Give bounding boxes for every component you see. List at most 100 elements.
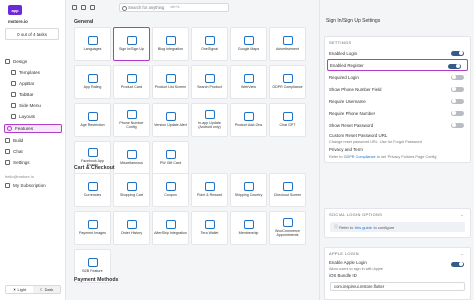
feature-tile-google-maps[interactable]: Google Maps xyxy=(230,27,267,61)
build-icon xyxy=(5,138,10,143)
collapse-sidebar-icon[interactable] xyxy=(72,4,77,10)
feature-tile-in-app-update-android-only[interactable]: In-app Update (Android only) xyxy=(191,103,228,137)
feature-tile-currencies[interactable]: Currencies xyxy=(74,173,111,207)
search-input[interactable]: Search for anything ctrl+k xyxy=(119,2,229,12)
social-login-header-label: SOCIAL LOGIN OPTIONS xyxy=(329,211,383,217)
search-product-icon xyxy=(204,74,215,84)
app-name: mstore.io xyxy=(8,19,28,24)
feature-tile-gdpr-compliance[interactable]: GDPR Compliance xyxy=(269,65,306,99)
theme-light-label: Light xyxy=(17,287,27,292)
feature-tile-membership[interactable]: Membership xyxy=(230,211,267,245)
enable-apple-login-toggle[interactable] xyxy=(451,261,464,267)
feature-tile-product-list-screen[interactable]: Product List Screen xyxy=(152,65,189,99)
show-reset-password-toggle[interactable] xyxy=(451,122,464,128)
feature-tile-point-reward[interactable]: Point & Reward xyxy=(191,173,228,207)
custom-reset-password-row[interactable]: Custom Reset Password URL xyxy=(325,131,470,140)
tasks-progress-button[interactable]: 0 out of 4 tasks xyxy=(5,28,59,40)
settings-panel-title: Sign In/Sign Up Settings xyxy=(326,18,381,24)
required-login-toggle[interactable] xyxy=(451,74,464,80)
gdpr-compliance-link[interactable]: GDPR Compliance xyxy=(344,155,376,159)
feature-tile-checkout-screen[interactable]: Checkout Screen xyxy=(269,173,306,207)
feature-tile-blog-integration[interactable]: Blog Integration xyxy=(152,27,189,61)
features-icon xyxy=(7,126,12,131)
feature-tile-aftership-integration[interactable]: AfterShip Integration xyxy=(152,211,189,245)
feature-tile-tera-wallet[interactable]: Tera Wallet xyxy=(191,211,228,245)
sidebar-item-chat[interactable]: Chat xyxy=(5,147,61,156)
theme-dark-button[interactable]: ☾ Dark xyxy=(33,286,60,293)
feature-tile-label: Miscellaneous xyxy=(120,161,143,166)
require-phone-number-toggle[interactable] xyxy=(451,110,464,116)
back-arrow-icon[interactable] xyxy=(81,4,86,10)
privacy-term-row[interactable]: Privacy and Term xyxy=(325,145,470,155)
feature-tile-version-update-alert[interactable]: Version Update Alert xyxy=(152,103,189,137)
feature-tile-label: Advertisement xyxy=(276,47,299,52)
sidebar-item-label: Chat xyxy=(13,149,23,154)
sidebar-item-layouts[interactable]: Layouts xyxy=(11,112,61,121)
feature-tile-shipping-country[interactable]: Shipping Country xyxy=(230,173,267,207)
feature-tile-advertisement[interactable]: Advertisement xyxy=(269,27,306,61)
sidebar-item-design[interactable]: Design xyxy=(5,57,61,66)
tera-wallet-icon xyxy=(204,220,215,230)
forward-arrow-icon[interactable] xyxy=(90,4,95,10)
feature-tile-age-restriction[interactable]: Age Restriction xyxy=(74,103,111,137)
setting-row-require-username[interactable]: Require Username xyxy=(325,95,470,107)
theme-light-button[interactable]: ☀ Light xyxy=(6,286,33,293)
setting-row-require-phone-number[interactable]: Require Phone Number xyxy=(325,107,470,119)
enabled-login-toggle[interactable] xyxy=(451,50,464,56)
sidebar-item-features[interactable]: Features xyxy=(4,124,62,133)
sidebar-item-tabbar[interactable]: TabBar xyxy=(11,90,61,99)
social-guide-link[interactable]: this guide xyxy=(355,225,372,230)
cart-features-grid: Currencies Shopping Cart Coupon Point & Rew… xyxy=(74,173,306,283)
payment-images-icon xyxy=(87,220,98,230)
setting-label: Show Reset Password xyxy=(329,122,374,128)
aftership-integration-icon xyxy=(165,220,176,230)
product-add-ons-icon xyxy=(243,112,254,122)
setting-row-show-reset-password[interactable]: Show Reset Password xyxy=(325,119,470,131)
ios-bundle-id-input[interactable]: com.inspireui.mstore.flutter xyxy=(330,281,465,291)
sidebar: app mstore.io 0 out of 4 tasks Design Tem… xyxy=(0,0,66,300)
my-subscription-link[interactable]: My Subscription xyxy=(5,181,61,190)
show-phone-number-field-toggle[interactable] xyxy=(451,86,464,92)
setting-row-required-login[interactable]: Required Login xyxy=(325,71,470,83)
feature-tile-product-add-ons[interactable]: Product Add-Ons xyxy=(230,103,267,137)
sidebar-item-label: Build xyxy=(13,138,24,143)
feature-tile-webview[interactable]: WebView xyxy=(230,65,267,99)
section-cart-title: Cart & Checkout xyxy=(74,165,115,171)
setting-row-show-phone-number-field[interactable]: Show Phone Number Field xyxy=(325,83,470,95)
feature-tile-miscellaneous[interactable]: Miscellaneous xyxy=(113,141,150,175)
sidebar-item-settings[interactable]: Settings xyxy=(5,158,61,167)
feature-tile-shopping-cart[interactable]: Shopping Cart xyxy=(113,173,150,207)
enabled-register-toggle[interactable] xyxy=(448,63,461,69)
feature-tile-product-card[interactable]: Product Card xyxy=(113,65,150,99)
social-info-prefix: Refer to xyxy=(339,224,354,230)
apple-login-header[interactable]: APPLE LOGIN ⌄ xyxy=(325,248,470,258)
sidebar-item-build[interactable]: Build xyxy=(5,136,61,145)
setting-row-enabled-login[interactable]: Enabled Login xyxy=(325,47,470,59)
theme-toggle[interactable]: ☀ Light ☾ Dark xyxy=(5,285,61,294)
feature-tile-languages[interactable]: Languages xyxy=(74,27,111,61)
feature-tile-label: PW Gift Card xyxy=(159,161,182,166)
feature-tile-chat-gpt[interactable]: Chat GPT xyxy=(269,103,306,137)
sidebar-item-appbar[interactable]: AppBar xyxy=(11,79,61,88)
feature-tile-onesignal[interactable]: OneSignal xyxy=(191,27,228,61)
feature-tile-sign-in-sign-up[interactable]: Sign In/Sign Up xyxy=(113,27,150,61)
shipping-country-icon xyxy=(243,182,254,192)
feature-tile-pw-gift-card[interactable]: PW Gift Card xyxy=(152,141,189,175)
feature-tile-payment-images[interactable]: Payment Images xyxy=(74,211,111,245)
feature-tile-phone-number-config[interactable]: Phone Number Config xyxy=(113,103,150,137)
feature-tile-app-rating[interactable]: App Rating xyxy=(74,65,111,99)
sidebar-item-templates[interactable]: Templates xyxy=(11,68,61,77)
feature-tile-search-product[interactable]: Search Product xyxy=(191,65,228,99)
require-username-toggle[interactable] xyxy=(451,98,464,104)
main-content: Search for anything ctrl+k General Langu… xyxy=(66,0,319,300)
feature-tile-order-history[interactable]: Order History xyxy=(113,211,150,245)
sidebar-item-side-menu[interactable]: Side Menu xyxy=(11,101,61,110)
tabbar-icon xyxy=(11,92,16,97)
feature-tile-coupon[interactable]: Coupon xyxy=(152,173,189,207)
setting-label: Require Phone Number xyxy=(329,110,376,116)
order-history-icon xyxy=(126,220,137,230)
enable-apple-login-row[interactable]: Enable Apple Login xyxy=(325,258,470,267)
setting-row-enabled-register[interactable]: Enabled Register xyxy=(327,59,468,71)
social-login-header[interactable]: SOCIAL LOGIN OPTIONS ⌄ xyxy=(325,209,470,219)
feature-tile-woocommerce-appointments[interactable]: WooCommerce Appointments xyxy=(269,211,306,245)
